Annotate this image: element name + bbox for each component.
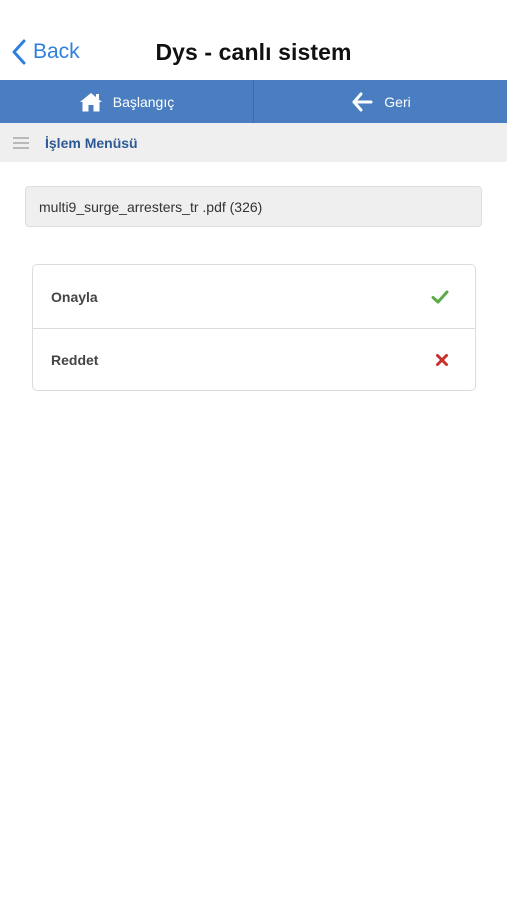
approve-action[interactable]: Onayla: [33, 265, 475, 328]
action-list: Onayla Reddet: [32, 264, 476, 391]
page-title: Dys - canlı sistem: [155, 39, 352, 65]
arrow-left-icon: [352, 92, 373, 111]
toolbar: Başlangıç Geri: [0, 80, 507, 123]
home-icon: [79, 92, 102, 111]
reject-label: Reddet: [51, 351, 99, 368]
geri-button-label: Geri: [384, 93, 411, 110]
approve-label: Onayla: [51, 288, 98, 305]
x-icon: [436, 353, 448, 366]
hamburger-menu-icon[interactable]: [13, 134, 29, 152]
geri-button[interactable]: Geri: [253, 80, 507, 123]
menu-title[interactable]: İşlem Menüsü: [45, 135, 138, 151]
reject-action[interactable]: Reddet: [33, 328, 475, 390]
home-button[interactable]: Başlangıç: [0, 80, 253, 123]
navigation-bar: Back Dys - canlı sistem: [0, 0, 507, 80]
check-icon: [431, 290, 449, 303]
home-button-label: Başlangıç: [112, 93, 175, 110]
menu-strip: İşlem Menüsü: [0, 123, 507, 162]
document-name-field: multi9_surge_arresters_tr .pdf (326): [25, 186, 482, 227]
